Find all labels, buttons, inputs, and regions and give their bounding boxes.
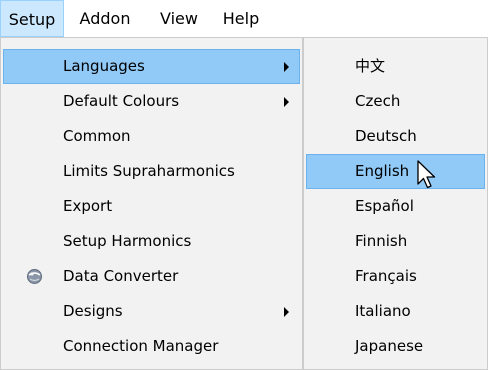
language-item-english[interactable]: English <box>306 154 485 189</box>
menu-item-label: Export <box>63 197 113 215</box>
language-label: Français <box>355 267 417 285</box>
menu-help-label: Help <box>222 9 260 28</box>
submenu-arrow-icon <box>284 62 289 72</box>
menu-item-label: Common <box>63 127 131 145</box>
language-item-italiano[interactable]: Italiano <box>306 294 485 329</box>
language-item-francais[interactable]: Français <box>306 259 485 294</box>
language-item-deutsch[interactable]: Deutsch <box>306 119 485 154</box>
language-label: Czech <box>355 92 401 110</box>
mouse-cursor-icon <box>417 160 436 189</box>
menu-help[interactable]: Help <box>212 0 270 37</box>
menu-item-label: Data Converter <box>63 267 179 285</box>
menu-item-label: Connection Manager <box>63 337 219 355</box>
menu-setup[interactable]: Setup <box>0 0 64 37</box>
menu-view[interactable]: View <box>146 0 212 37</box>
language-item-japanese[interactable]: Japanese <box>306 329 485 364</box>
language-item-chinese[interactable]: 中文 <box>306 49 485 84</box>
menu-item-data-converter[interactable]: Data Converter <box>3 259 300 294</box>
menu-item-label: Default Colours <box>63 92 180 110</box>
language-label: Español <box>355 197 414 215</box>
language-item-finnish[interactable]: Finnish <box>306 224 485 259</box>
languages-submenu: 中文 Czech Deutsch English Español Finnish… <box>303 37 488 370</box>
language-label: Japanese <box>355 337 424 355</box>
language-item-czech[interactable]: Czech <box>306 84 485 119</box>
menu-item-label: Designs <box>63 302 123 320</box>
language-label: Deutsch <box>355 127 417 145</box>
language-label: Finnish <box>355 232 408 250</box>
menu-item-label: Languages <box>63 57 145 75</box>
menu-setup-label: Setup <box>8 10 56 29</box>
menu-item-label: Limits Supraharmonics <box>63 162 235 180</box>
submenu-arrow-icon <box>284 97 289 107</box>
menu-item-connection-manager[interactable]: Connection Manager <box>3 329 300 364</box>
menu-item-export[interactable]: Export <box>3 189 300 224</box>
menu-item-languages[interactable]: Languages <box>3 49 300 84</box>
menu-item-designs[interactable]: Designs <box>3 294 300 329</box>
menu-view-label: View <box>160 9 198 28</box>
menu-item-setup-harmonics[interactable]: Setup Harmonics <box>3 224 300 259</box>
menu-item-common[interactable]: Common <box>3 119 300 154</box>
submenu-arrow-icon <box>284 307 289 317</box>
menu-item-default-colours[interactable]: Default Colours <box>3 84 300 119</box>
data-converter-icon <box>27 269 42 284</box>
language-label: English <box>355 162 410 180</box>
menu-bar: Setup Addon View Help <box>0 0 488 38</box>
menu-item-label: Setup Harmonics <box>63 232 192 250</box>
language-label: 中文 <box>355 57 386 75</box>
language-label: Italiano <box>355 302 411 320</box>
language-item-espanol[interactable]: Español <box>306 189 485 224</box>
menu-addon-label: Addon <box>79 9 131 28</box>
setup-menu-dropdown: Languages Default Colours Common Limits … <box>0 37 303 370</box>
menu-addon[interactable]: Addon <box>64 0 146 37</box>
menu-item-limits-supraharmonics[interactable]: Limits Supraharmonics <box>3 154 300 189</box>
